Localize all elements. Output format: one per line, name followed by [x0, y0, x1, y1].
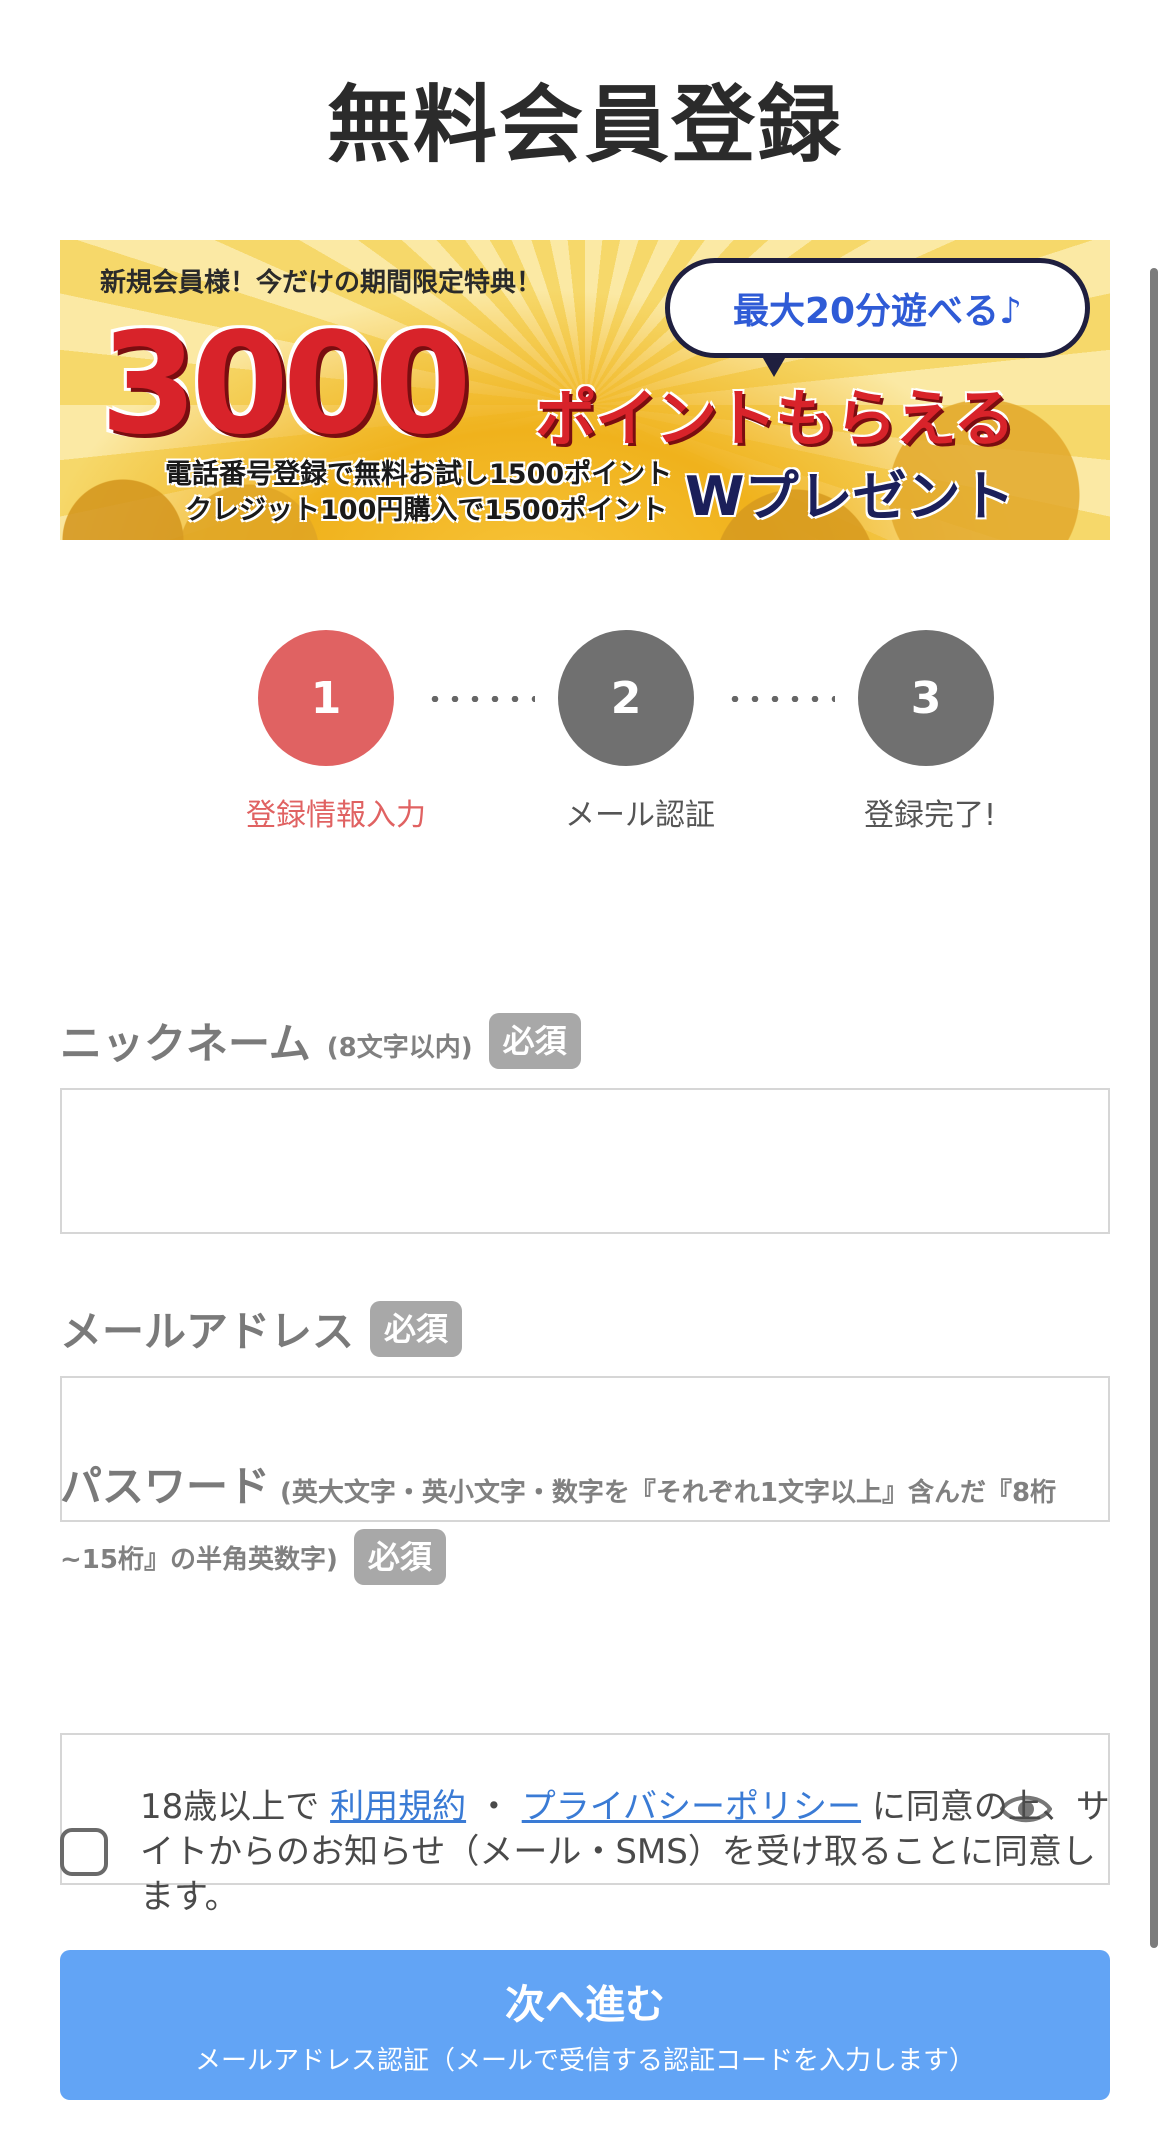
email-label-row: メールアドレス 必須	[60, 1298, 463, 1359]
next-button[interactable]: 次へ進む メールアドレス認証（メールで受信する認証コードを入力します）	[60, 1950, 1110, 2100]
email-label: メールアドレス	[60, 1307, 355, 1356]
progress-steps: 1 2 3 登録情報入力 メール認証 登録完了!	[0, 630, 1170, 840]
step-3-circle: 3	[858, 630, 994, 766]
banner-headline: ポイントもらえる	[535, 382, 1015, 455]
privacy-policy-link[interactable]: プライバシーポリシー	[522, 1787, 861, 1827]
page-title: 無料会員登録	[326, 76, 843, 174]
scrollbar[interactable]	[1150, 268, 1158, 1948]
step-connector	[725, 696, 835, 702]
nickname-label-row: ニックネーム (8文字以内) 必須	[60, 1010, 581, 1071]
banner-top-text: 新規会員様！今だけの期間限定特典！	[100, 268, 543, 298]
banner-line-2: クレジット100円購入で1500ポイント	[185, 495, 668, 526]
step-2-label: メール認証	[565, 798, 715, 833]
step-1-label: 登録情報入力	[246, 798, 426, 833]
banner-speech-bubble: 最大20分遊べる♪	[665, 258, 1090, 377]
step-connector	[425, 696, 535, 702]
agreement-text: 18歳以上で 利用規約 ・ プライバシーポリシー に同意の上、サイトからのお知ら…	[140, 1785, 1110, 1920]
step-1-circle: 1	[258, 630, 394, 766]
required-badge: 必須	[370, 1300, 463, 1357]
required-badge: 必須	[488, 1012, 581, 1069]
banner-w-present: Wプレゼント	[685, 465, 1015, 528]
agreement-prefix: 18歳以上で	[140, 1787, 320, 1827]
required-badge: 必須	[353, 1529, 446, 1585]
next-button-sublabel: メールアドレス認証（メールで受信する認証コードを入力します）	[194, 2046, 975, 2076]
agreement-separator: ・	[476, 1787, 511, 1827]
password-label: パスワード	[60, 1462, 271, 1511]
step-3-label: 登録完了!	[863, 798, 997, 833]
next-button-label: 次へ進む	[505, 1982, 665, 2028]
agree-checkbox[interactable]	[60, 1828, 108, 1876]
banner-line-1: 電話番号登録で無料お試し1500ポイント	[165, 459, 673, 490]
nickname-label: ニックネーム	[60, 1019, 311, 1068]
nickname-note: (8文字以内)	[326, 1033, 473, 1063]
nickname-input[interactable]	[60, 1088, 1110, 1234]
password-label-row: パスワード (英大文字・英小文字・数字を『それぞれ1文字以上』含んだ『8桁~15桁…	[60, 1455, 1110, 1595]
step-2-circle: 2	[558, 630, 694, 766]
terms-link[interactable]: 利用規約	[330, 1787, 466, 1827]
promo-banner[interactable]: 新規会員様！今だけの期間限定特典！ 最大20分遊べる♪ 3000 ポイントもらえ…	[60, 240, 1110, 540]
banner-big-number: 3000	[100, 303, 472, 466]
